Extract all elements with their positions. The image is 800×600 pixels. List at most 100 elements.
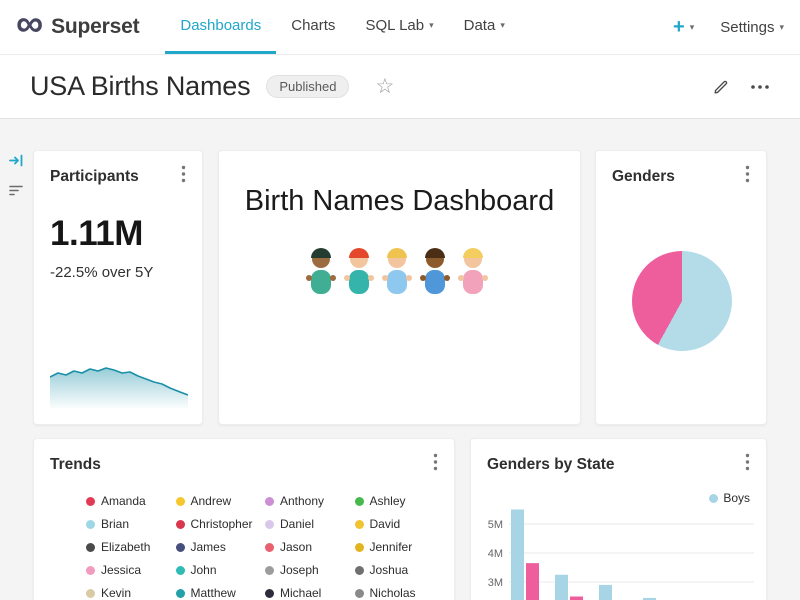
card-title: Genders: [612, 168, 675, 186]
children-illustration: [305, 240, 495, 304]
favorite-star-icon[interactable]: ☆: [375, 74, 394, 99]
legend-dot: [355, 566, 364, 575]
bar-chart[interactable]: 5M 4M 3M: [471, 499, 767, 600]
legend-item[interactable]: Daniel: [265, 517, 351, 531]
card-title: Genders by State: [487, 456, 615, 474]
legend-label: Christopher: [191, 517, 253, 531]
big-number-value: 1.11M: [34, 214, 202, 254]
legend-dot: [176, 543, 185, 552]
legend-item[interactable]: Christopher: [176, 517, 262, 531]
sparkline-area: [50, 368, 188, 408]
settings-label: Settings: [720, 19, 774, 36]
page-title: USA Births Names: [30, 71, 250, 102]
markdown-heading: Birth Names Dashboard: [229, 185, 570, 218]
legend-item[interactable]: Matthew: [176, 586, 262, 600]
y-axis-tick: 3M: [488, 577, 503, 589]
legend-label: Jason: [280, 540, 312, 554]
edit-icon[interactable]: [712, 78, 730, 96]
more-actions-icon[interactable]: [750, 78, 770, 96]
legend-item[interactable]: Brian: [86, 517, 172, 531]
legend-item[interactable]: David: [355, 517, 441, 531]
legend-label: Matthew: [191, 586, 236, 600]
nav-label: Data: [464, 17, 496, 34]
chevron-down-icon: ▾: [429, 20, 434, 31]
legend-label: Anthony: [280, 494, 324, 508]
legend-item[interactable]: James: [176, 540, 262, 554]
legend-dot: [176, 520, 185, 529]
legend-label: Nicholas: [370, 586, 416, 600]
legend-label: James: [191, 540, 226, 554]
settings-menu[interactable]: Settings ▾: [720, 19, 784, 36]
card-title: Participants: [50, 168, 139, 186]
card-genders-by-state: Genders by State Boys 5M4M3M: [470, 438, 767, 600]
legend-dot: [86, 520, 95, 529]
legend-dot: [265, 520, 274, 529]
card-trends: Trends Amanda Andrew Anthony Ashley Brian Chr…: [33, 438, 455, 600]
legend-label: David: [370, 517, 401, 531]
genders-pie-chart[interactable]: [632, 251, 732, 351]
nav-item-charts[interactable]: Charts: [276, 0, 350, 54]
sparkline-chart: [50, 358, 188, 408]
bar-boys[interactable]: [599, 585, 612, 600]
legend-item[interactable]: Joseph: [265, 563, 351, 577]
bar-girls[interactable]: [570, 597, 583, 600]
legend-dot: [355, 497, 364, 506]
legend-label: Michael: [280, 586, 321, 600]
legend-dot: [86, 566, 95, 575]
kebab-menu-icon[interactable]: [739, 453, 756, 476]
legend-item[interactable]: John: [176, 563, 262, 577]
legend-dot: [176, 497, 185, 506]
legend-label: Daniel: [280, 517, 314, 531]
nav-label: SQL Lab: [365, 17, 424, 34]
trends-legend: Amanda Andrew Anthony Ashley Brian Christophe…: [86, 494, 440, 600]
chevron-down-icon: ▾: [690, 22, 695, 33]
nav-item-dashboards[interactable]: Dashboards: [165, 0, 276, 54]
legend-label: Amanda: [101, 494, 146, 508]
filter-list-icon[interactable]: [8, 182, 25, 204]
bar-boys[interactable]: [511, 510, 524, 600]
legend-label: Andrew: [191, 494, 232, 508]
card-markdown: Birth Names Dashboard: [218, 150, 581, 425]
legend-item[interactable]: Nicholas: [355, 586, 441, 600]
plus-icon: +: [673, 16, 685, 39]
legend-item[interactable]: Elizabeth: [86, 540, 172, 554]
bar-girls[interactable]: [526, 563, 539, 600]
legend-label: John: [191, 563, 217, 577]
legend-item[interactable]: Andrew: [176, 494, 262, 508]
nav-item-sql-lab[interactable]: SQL Lab ▾: [350, 0, 448, 54]
kebab-menu-icon[interactable]: [739, 165, 756, 188]
nav-item-data[interactable]: Data ▾: [449, 0, 520, 54]
published-badge[interactable]: Published: [266, 75, 349, 98]
kebab-menu-icon[interactable]: [427, 453, 444, 476]
dashboard-header: USA Births Names Published ☆: [0, 55, 800, 119]
superset-logo-icon: ∞: [16, 5, 43, 43]
legend-item[interactable]: Jennifer: [355, 540, 441, 554]
bar-boys[interactable]: [555, 575, 568, 600]
legend-item[interactable]: Anthony: [265, 494, 351, 508]
legend-item[interactable]: Kevin: [86, 586, 172, 600]
legend-item[interactable]: Ashley: [355, 494, 441, 508]
legend-dot: [265, 589, 274, 598]
legend-dot: [265, 566, 274, 575]
legend-dot: [86, 543, 95, 552]
legend-item[interactable]: Joshua: [355, 563, 441, 577]
legend-item[interactable]: Michael: [265, 586, 351, 600]
legend-label: Ashley: [370, 494, 406, 508]
legend-label: Jennifer: [370, 540, 413, 554]
brand[interactable]: ∞ Superset: [16, 0, 139, 54]
legend-item[interactable]: Jessica: [86, 563, 172, 577]
y-axis-tick: 4M: [488, 548, 503, 560]
kebab-menu-icon[interactable]: [175, 165, 192, 188]
header-actions: [712, 78, 770, 96]
y-axis-tick: 5M: [488, 519, 503, 531]
legend-dot: [265, 543, 274, 552]
legend-item[interactable]: Amanda: [86, 494, 172, 508]
new-button[interactable]: + ▾: [673, 16, 694, 39]
trend-delta: -22.5% over 5Y: [34, 264, 202, 281]
legend-label: Brian: [101, 517, 129, 531]
card-title: Trends: [50, 456, 101, 474]
legend-dot: [176, 566, 185, 575]
legend-dot: [86, 589, 95, 598]
expand-filter-panel-icon[interactable]: [8, 152, 25, 174]
legend-item[interactable]: Jason: [265, 540, 351, 554]
